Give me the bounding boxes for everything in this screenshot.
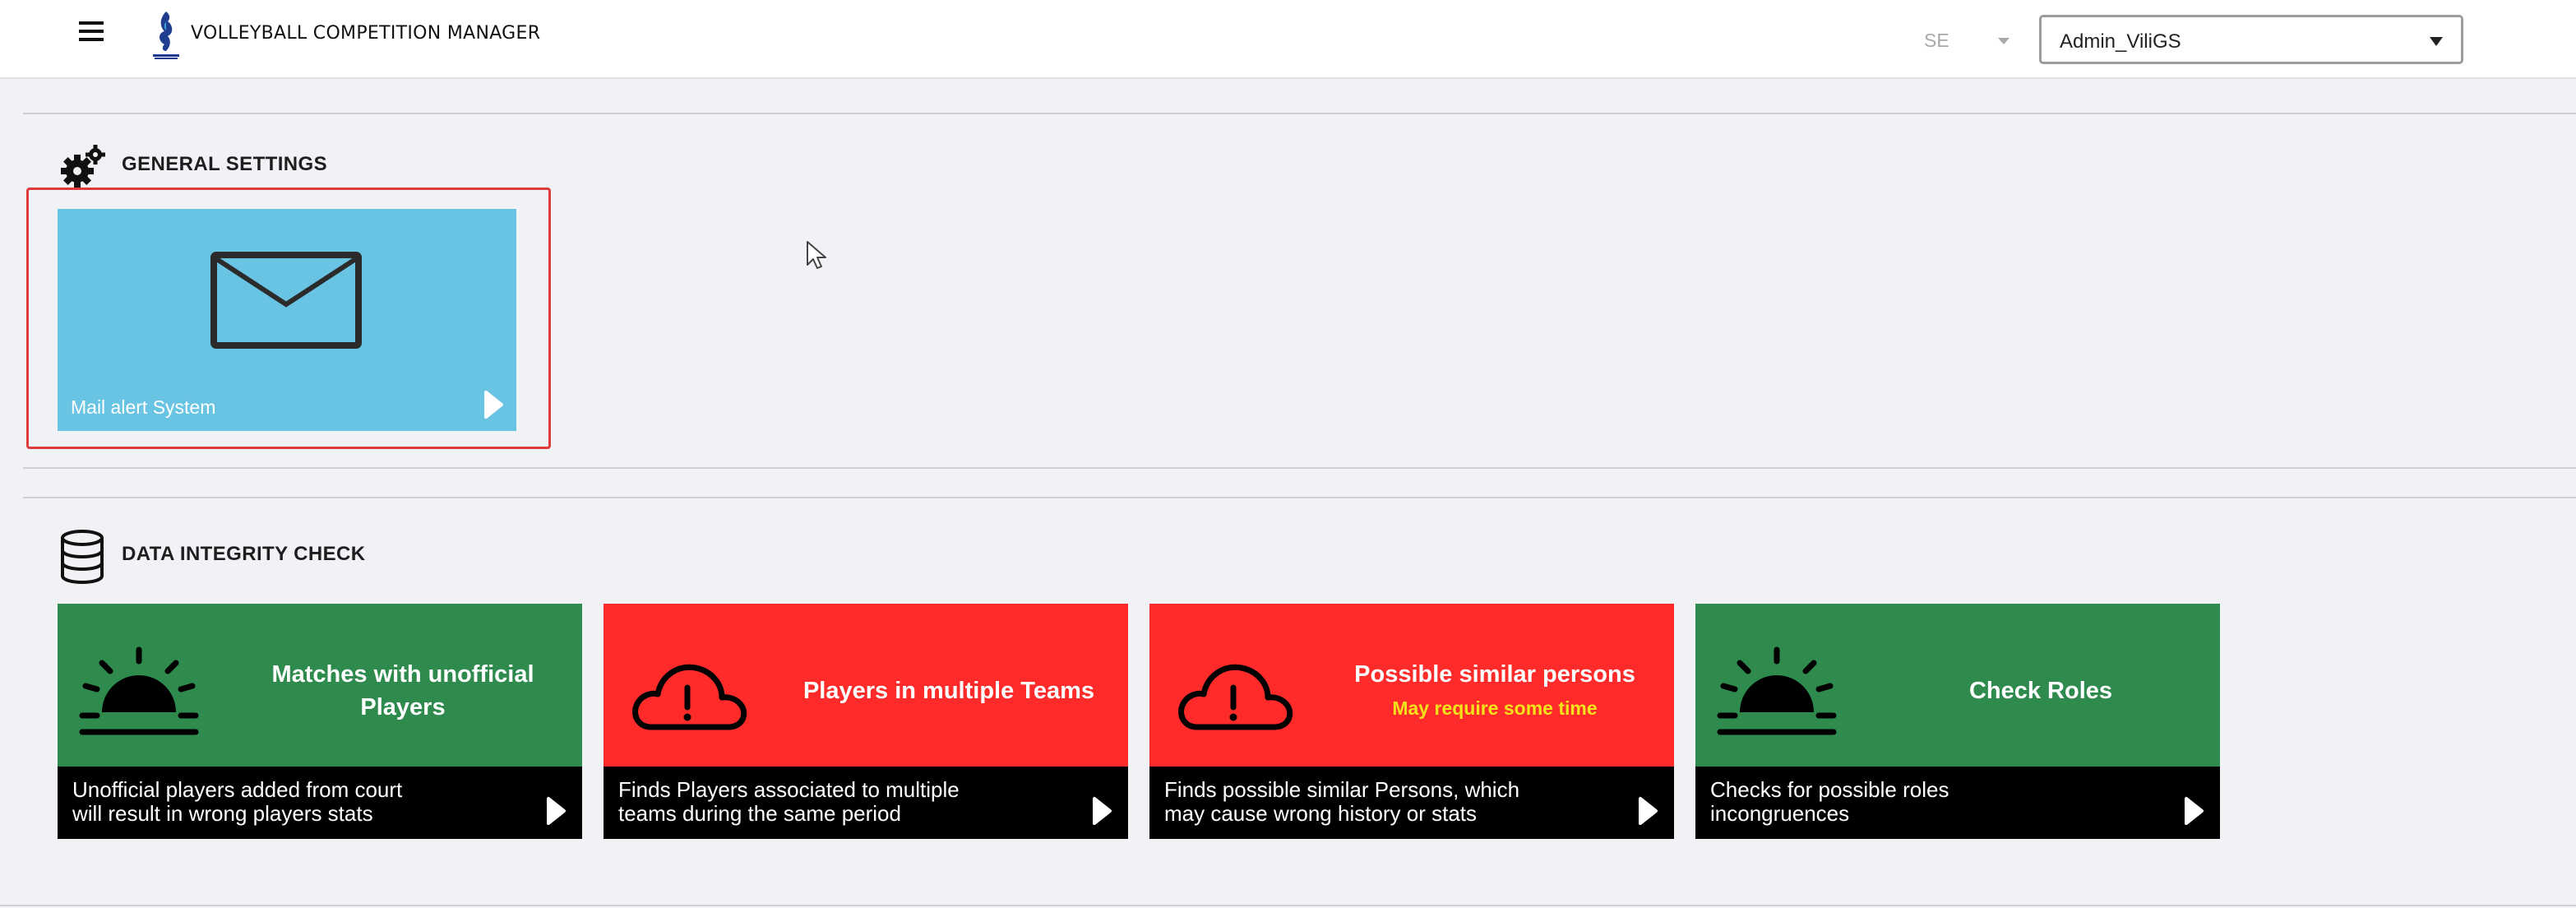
sunrise-icon [1715, 646, 1838, 741]
play-arrow-icon[interactable] [483, 390, 505, 424]
play-arrow-icon[interactable] [546, 796, 567, 830]
play-arrow-icon[interactable] [2184, 796, 2205, 830]
tile-footer: Checks for possible roles incongruences [1695, 767, 2220, 839]
section-title: DATA INTEGRITY CHECK [122, 543, 366, 565]
mail-alert-system-card[interactable]: Mail alert System [58, 209, 516, 431]
section-divider [0, 905, 2576, 906]
tile-possible-similar-persons[interactable]: Possible similar persons May require som… [1149, 604, 1674, 839]
tile-header: Check Roles [1695, 604, 2220, 767]
user-select-value: Admin_ViliGS [2060, 30, 2181, 53]
mouse-cursor [806, 240, 829, 276]
section-divider [23, 113, 2576, 114]
section-divider [23, 467, 2576, 469]
language-selector[interactable]: SE [1924, 30, 1949, 52]
tile-description: Checks for possible roles incongruences [1710, 778, 2154, 826]
tile-header: Possible similar persons May require som… [1149, 604, 1674, 767]
tile-description: Finds Players associated to multiple tea… [618, 778, 1062, 826]
tile-footer: Unofficial players added from court will… [58, 767, 582, 839]
app-title: VOLLEYBALL COMPETITION MANAGER [191, 23, 541, 44]
tile-header: Matches with unofficial Players [58, 604, 582, 767]
section-divider [23, 497, 2576, 498]
chevron-down-icon [2430, 37, 2443, 46]
tile-description: Unofficial players added from court will… [72, 778, 516, 826]
envelope-icon [210, 252, 362, 353]
description-line: teams during the same period [618, 801, 901, 826]
description-line: incongruences [1710, 801, 1850, 826]
data-integrity-header: DATA INTEGRITY CHECK [58, 528, 551, 585]
top-bar: VOLLEYBALL COMPETITION MANAGER SE Admin_… [0, 0, 2576, 79]
tile-title: Players in multiple Teams [802, 678, 1095, 704]
description-line: Finds possible similar Persons, which [1164, 777, 1520, 802]
tile-footer: Finds Players associated to multiple tea… [604, 767, 1128, 839]
user-select[interactable]: Admin_ViliGS [2039, 15, 2463, 64]
tile-footer: Finds possible similar Persons, which ma… [1149, 767, 1674, 839]
play-arrow-icon[interactable] [1638, 796, 1659, 830]
description-line: Finds Players associated to multiple [618, 777, 960, 802]
sunrise-icon [77, 646, 201, 741]
tile-title: Possible similar persons [1354, 661, 1635, 688]
tile-description: Finds possible similar Persons, which ma… [1164, 778, 1608, 826]
card-label: Mail alert System [71, 396, 216, 418]
tile-title: Matches with unofficial [271, 661, 534, 688]
tile-title: Players [360, 694, 446, 720]
description-line: Unofficial players added from court [72, 777, 403, 802]
gears-icon [58, 143, 107, 193]
cloud-alert-icon [627, 655, 750, 738]
database-icon [58, 528, 107, 590]
tile-matches-unofficial-players[interactable]: Matches with unofficial Players Unoffici… [58, 604, 582, 839]
description-line: will result in wrong players stats [72, 801, 373, 826]
chevron-down-icon[interactable] [1998, 38, 2009, 44]
brand-logo[interactable] [150, 10, 183, 61]
cloud-alert-icon [1172, 655, 1296, 738]
tile-header: Players in multiple Teams [604, 604, 1128, 767]
tile-subtitle: May require some time [1392, 697, 1598, 719]
section-title: GENERAL SETTINGS [122, 153, 327, 175]
tile-title: Check Roles [1968, 678, 2113, 704]
description-line: Checks for possible roles [1710, 777, 1949, 802]
hamburger-icon[interactable] [76, 16, 109, 49]
play-arrow-icon[interactable] [1092, 796, 1113, 830]
description-line: may cause wrong history or stats [1164, 801, 1478, 826]
tile-players-multiple-teams[interactable]: Players in multiple Teams Finds Players … [604, 604, 1128, 839]
tile-check-roles[interactable]: Check Roles Checks for possible roles in… [1695, 604, 2220, 839]
